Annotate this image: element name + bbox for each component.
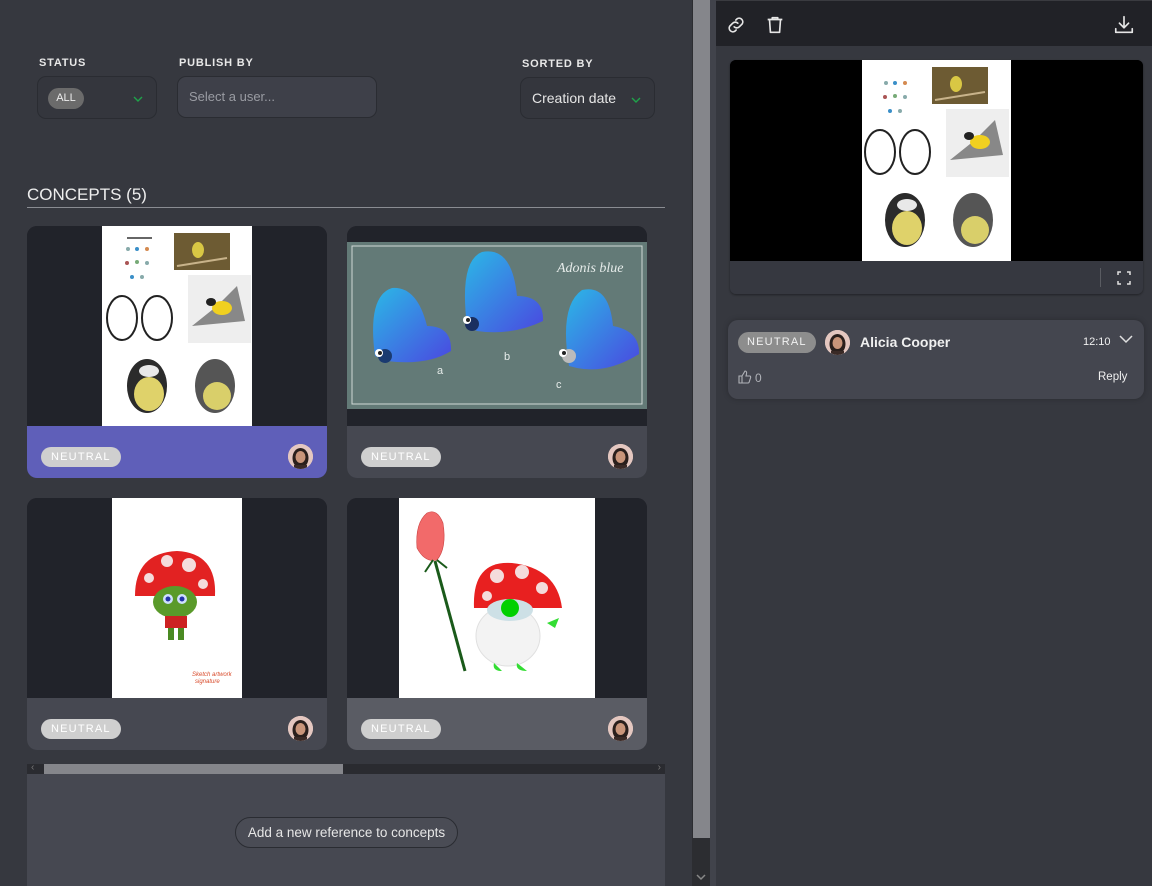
section-title: CONCEPTS (5)	[27, 185, 147, 204]
thumbs-up-icon[interactable]	[738, 370, 752, 384]
bird-sketch-image	[730, 60, 1143, 261]
user-avatar-icon	[288, 444, 313, 469]
scroll-left-icon[interactable]: ‹	[31, 762, 34, 773]
scrollbar-thumb[interactable]	[693, 0, 710, 838]
concept-card[interactable]: NEUTRAL	[27, 226, 327, 478]
detail-toolbar	[716, 0, 1152, 46]
status-badge: NEUTRAL	[361, 447, 441, 467]
concept-thumbnail[interactable]	[347, 498, 647, 698]
concept-thumbnail[interactable]: Sketch artwork signature	[27, 498, 327, 698]
chevron-down-icon	[133, 96, 143, 102]
avatar[interactable]	[825, 330, 850, 355]
preview-image[interactable]	[730, 60, 1143, 261]
avatar[interactable]	[608, 444, 633, 469]
status-filter-label: STATUS	[39, 57, 87, 69]
chevron-down-icon[interactable]	[1119, 334, 1133, 344]
status-badge: NEUTRAL	[41, 719, 121, 739]
concept-thumbnail[interactable]: Adonis blue a b c	[347, 226, 647, 426]
user-avatar-icon	[608, 716, 633, 741]
status-chip: ALL	[48, 88, 84, 109]
horizontal-scrollbar[interactable]: ‹ ›	[27, 762, 665, 774]
publish-by-label: PUBLISH BY	[179, 57, 254, 69]
add-reference-area: Add a new reference to concepts	[27, 774, 665, 886]
status-badge: NEUTRAL	[738, 332, 816, 353]
preview-controls	[730, 261, 1143, 294]
sorted-by-select[interactable]: Creation date	[520, 77, 655, 119]
reference-preview	[730, 60, 1143, 294]
scroll-right-icon[interactable]: ›	[658, 762, 661, 773]
avatar[interactable]	[608, 716, 633, 741]
concept-thumbnail[interactable]	[27, 226, 327, 426]
mushroom-gnome-image	[399, 498, 595, 698]
fullscreen-icon[interactable]	[1116, 270, 1132, 286]
svg-text:Adonis blue: Adonis blue	[556, 261, 624, 276]
avatar[interactable]	[288, 716, 313, 741]
status-filter-select[interactable]: ALL	[37, 76, 157, 119]
svg-text:c: c	[556, 379, 562, 391]
comment-card: NEUTRAL Alicia Cooper 12:10 0 Reply	[728, 320, 1144, 399]
svg-text:Sketch artwork: Sketch artwork	[192, 672, 233, 678]
comment-author[interactable]: Alicia Cooper	[860, 334, 950, 350]
svg-text:signature: signature	[195, 679, 220, 685]
comment-time: 12:10	[1083, 336, 1111, 348]
detail-panel: NEUTRAL Alicia Cooper 12:10 0 Reply	[716, 0, 1152, 886]
link-icon[interactable]	[725, 14, 747, 36]
app-root: STATUS ALL PUBLISH BY Select a user... S…	[0, 0, 1152, 886]
bird-sketch-image	[102, 226, 252, 426]
mushroom-goblin-image: Sketch artwork signature	[112, 498, 242, 698]
user-avatar-icon	[608, 444, 633, 469]
card-footer: NEUTRAL	[347, 698, 647, 750]
sorted-by-value: Creation date	[532, 90, 617, 106]
status-badge: NEUTRAL	[41, 447, 121, 467]
concept-card[interactable]: Adonis blue a b c NEUTRAL	[347, 226, 647, 478]
butterfly-image: Adonis blue a b c	[347, 242, 647, 409]
publish-by-input[interactable]: Select a user...	[177, 76, 377, 118]
vertical-scrollbar[interactable]	[692, 0, 710, 886]
card-footer: NEUTRAL	[27, 426, 327, 478]
user-avatar-icon	[825, 330, 850, 355]
download-icon[interactable]	[1113, 14, 1135, 36]
user-avatar-icon	[288, 716, 313, 741]
card-footer: NEUTRAL	[347, 426, 647, 478]
scrollbar-thumb[interactable]	[44, 764, 343, 774]
sorted-by-label: SORTED BY	[522, 58, 594, 70]
like-count: 0	[755, 371, 762, 385]
concept-card[interactable]: NEUTRAL	[347, 498, 647, 750]
add-reference-button[interactable]: Add a new reference to concepts	[235, 817, 458, 848]
reply-button[interactable]: Reply	[1098, 371, 1127, 383]
svg-text:a: a	[437, 365, 444, 377]
status-badge: NEUTRAL	[361, 719, 441, 739]
concepts-panel: STATUS ALL PUBLISH BY Select a user... S…	[0, 0, 692, 886]
concept-card[interactable]: Sketch artwork signature NEUTRAL	[27, 498, 327, 750]
svg-text:b: b	[504, 351, 510, 363]
controls-separator	[1100, 268, 1101, 287]
card-footer: NEUTRAL	[27, 698, 327, 750]
avatar[interactable]	[288, 444, 313, 469]
section-divider	[27, 207, 665, 208]
trash-icon[interactable]	[764, 14, 786, 36]
chevron-down-icon	[631, 97, 641, 103]
scroll-down-icon[interactable]	[695, 872, 707, 882]
